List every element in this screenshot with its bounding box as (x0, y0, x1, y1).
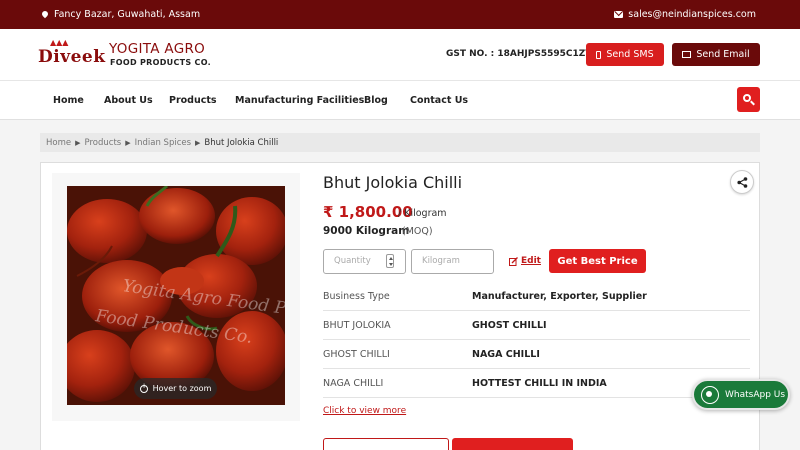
spec-value: HOTTEST CHILLI IN INDIA (472, 378, 607, 389)
send-email-button[interactable]: Send Email (672, 43, 760, 66)
zoom-hint-text: Hover to zoom (152, 384, 212, 393)
logo-company-subname: FOOD PRODUCTS CO. (110, 58, 211, 67)
spec-value: GHOST CHILLI (472, 320, 547, 331)
logo[interactable]: ▲▲▲ Diveek YOGITA AGRO FOOD PRODUCTS CO. (38, 38, 218, 73)
spec-row: Business Type Manufacturer, Exporter, Su… (323, 282, 750, 311)
chevron-right-icon: ▶ (75, 138, 81, 147)
search-button[interactable] (737, 87, 760, 112)
primary-action-button[interactable] (452, 438, 573, 450)
spec-row: NAGA CHILLI HOTTEST CHILLI IN INDIA (323, 369, 750, 398)
spec-row: BHUT JOLOKIA GHOST CHILLI (323, 311, 750, 340)
share-button[interactable] (730, 170, 754, 194)
product-image[interactable]: Yogita Agro Food Products Co. Food Produ… (67, 186, 285, 405)
spec-value: Manufacturer, Exporter, Supplier (472, 291, 647, 302)
send-email-label: Send Email (696, 49, 750, 60)
currency-symbol: ₹ (323, 203, 334, 221)
location-pin-icon (42, 11, 48, 19)
spec-row: GHOST CHILLI NAGA CHILLI (323, 340, 750, 369)
breadcrumb-current: Bhut Jolokia Chilli (204, 137, 279, 148)
unit-input[interactable]: Kilogram (411, 249, 494, 274)
whatsapp-label: WhatsApp Us (725, 389, 786, 400)
logo-company-name: YOGITA AGRO (109, 41, 206, 57)
nav-item-home[interactable]: Home (53, 95, 84, 106)
send-sms-button[interactable]: Send SMS (586, 43, 664, 66)
get-best-price-button[interactable]: Get Best Price (549, 249, 646, 273)
breadcrumb-products[interactable]: Products (85, 138, 122, 148)
moq-label: (MOQ) (402, 226, 433, 237)
edit-link[interactable]: Edit (509, 256, 541, 266)
chevron-right-icon: ▶ (125, 138, 131, 147)
send-sms-label: Send SMS (606, 49, 654, 60)
phone-icon (596, 50, 602, 59)
spec-key: GHOST CHILLI (323, 349, 390, 360)
envelope-icon (614, 11, 624, 18)
envelope-icon (682, 51, 692, 58)
hover-to-zoom-hint: Hover to zoom (134, 378, 217, 399)
chevron-right-icon: ▶ (195, 138, 201, 147)
gst-number: GST NO. : 18AHJPS5595C1ZV (446, 49, 593, 59)
zoom-in-icon (139, 382, 148, 393)
email-link[interactable]: sales@neindianspices.com (614, 9, 756, 20)
whatsapp-icon (701, 385, 719, 404)
breadcrumb: Home ▶ Products ▶ Indian Spices ▶ Bhut J… (40, 133, 760, 152)
spec-key: Business Type (323, 291, 390, 302)
breadcrumb-home[interactable]: Home (46, 138, 71, 148)
nav-item-contact-us[interactable]: Contact Us (410, 95, 468, 106)
spec-key: BHUT JOLOKIA (323, 320, 391, 331)
nav-item-products[interactable]: Products (169, 95, 217, 106)
view-more-link[interactable]: Click to view more (323, 406, 406, 416)
nav-item-about-us[interactable]: About Us (104, 95, 153, 106)
nav-item-manufacturing-facilities[interactable]: Manufacturing Facilities (235, 95, 364, 106)
quantity-stepper[interactable] (386, 254, 394, 268)
spec-value: NAGA CHILLI (472, 349, 540, 360)
location: Fancy Bazar, Guwahati, Assam (42, 9, 200, 20)
product-title: Bhut Jolokia Chilli (323, 173, 463, 192)
nav-item-blog[interactable]: Blog (364, 95, 388, 106)
breadcrumb-indian-spices[interactable]: Indian Spices (135, 138, 191, 148)
location-text: Fancy Bazar, Guwahati, Assam (54, 9, 201, 20)
top-bar: Fancy Bazar, Guwahati, Assam sales@neind… (0, 0, 800, 29)
edit-label: Edit (521, 256, 541, 266)
logo-crown-icon: ▲▲▲ (50, 38, 69, 47)
whatsapp-button[interactable]: WhatsApp Us (692, 379, 790, 410)
moq-value: 9000 Kilogram (323, 225, 410, 237)
email-text[interactable]: sales@neindianspices.com (628, 9, 756, 20)
secondary-action-button[interactable] (323, 438, 449, 450)
logo-brand: Diveek (38, 47, 106, 67)
main-nav: Home About Us Products Manufacturing Fac… (0, 80, 800, 120)
spec-key: NAGA CHILLI (323, 378, 384, 389)
price-unit: / Kilogram (398, 208, 447, 219)
share-icon (737, 177, 748, 188)
header: ▲▲▲ Diveek YOGITA AGRO FOOD PRODUCTS CO.… (0, 29, 800, 80)
edit-icon (509, 256, 518, 266)
